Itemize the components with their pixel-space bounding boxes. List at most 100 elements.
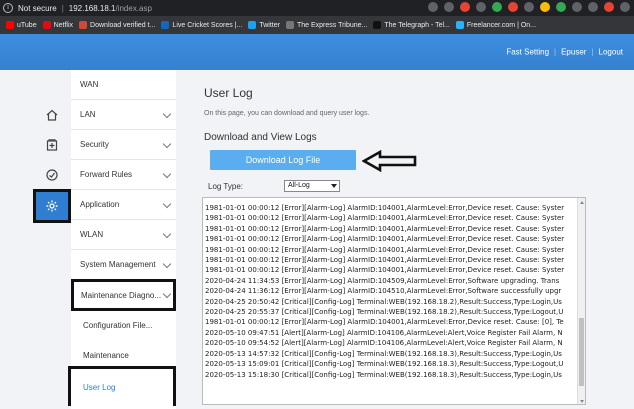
plus-box-nav-button[interactable]: [33, 130, 71, 160]
menu-item-maintenance-diagnosis[interactable]: Maintenance Diagno...: [71, 279, 176, 311]
bookmarks-bar: uTube Netflix Download verified t... Liv…: [0, 16, 634, 34]
chevron-down-icon: [162, 199, 172, 209]
scroll-up-icon[interactable]: [580, 201, 584, 204]
extension-icons: [428, 2, 630, 12]
bookmark[interactable]: uTube: [6, 21, 37, 29]
bookmark[interactable]: Freelancer.com | On...: [455, 21, 536, 29]
chevron-down-icon: [162, 229, 172, 239]
bookmark-icon: [79, 21, 88, 29]
dropdown-caret-icon: [331, 184, 337, 188]
log-line: 1981-01-01 00:00:12 [Error][Alarm-Log] A…: [205, 266, 565, 275]
extension-icon[interactable]: [508, 2, 518, 12]
log-line: 2020-04-24 11:34:53 [Error][Alarm-Log] A…: [205, 276, 560, 285]
plus-box-icon: [46, 139, 58, 151]
user-link[interactable]: Epuser: [556, 48, 591, 57]
menu-item-wan[interactable]: WAN: [71, 70, 176, 100]
menu-item-system-management[interactable]: System Management: [71, 250, 176, 280]
home-icon: [46, 109, 58, 121]
chevron-down-icon: [162, 169, 172, 179]
info-icon[interactable]: i: [3, 3, 13, 13]
scroll-down-icon[interactable]: [580, 400, 584, 403]
bookmark-icon: [6, 21, 14, 29]
bookmark-icon: [161, 21, 170, 29]
page-description: On this page, you can download and query…: [204, 110, 370, 117]
settings-nav-button[interactable]: [33, 189, 71, 223]
url-host[interactable]: 192.168.18.1: [69, 4, 116, 13]
chevron-down-icon: [162, 259, 172, 269]
menu-item-wlan[interactable]: WLAN: [71, 220, 176, 250]
browser-address-bar: i Not secure | 192.168.18.1/index.asp: [0, 0, 634, 16]
menu-item-application[interactable]: Application: [71, 190, 176, 220]
download-log-button[interactable]: Download Log File: [210, 150, 356, 170]
menu-item-forward-rules[interactable]: Forward Rules: [71, 160, 176, 190]
extension-icon[interactable]: [492, 2, 502, 12]
key-icon[interactable]: [428, 2, 438, 12]
log-line: 1981-01-01 00:00:12 [Error][Alarm-Log] A…: [205, 245, 565, 254]
arrow-left-annotation-icon: [362, 150, 417, 172]
logout-link[interactable]: Logout: [594, 48, 628, 57]
log-line: 2020-05-13 14:57:32 [Critical][Config-Lo…: [205, 349, 562, 358]
url-separator: |: [61, 3, 64, 13]
url-path[interactable]: /index.asp: [115, 4, 151, 13]
log-lines: 1981-01-01 00:00:12 [Error][Alarm-Log] A…: [205, 203, 564, 380]
log-line: 1981-01-01 00:00:12 [Error][Alarm-Log] A…: [205, 204, 565, 212]
extension-icon[interactable]: [556, 2, 566, 12]
clock-nav-button[interactable]: [33, 160, 71, 190]
extension-icon[interactable]: [604, 2, 614, 12]
log-line: 2020-04-24 11:36:12 [Error][Alarm-Log] A…: [205, 287, 562, 296]
top-header: Fast Setting | Epuser | Logout: [0, 34, 634, 70]
bookmark[interactable]: Netflix: [42, 21, 73, 29]
gear-icon: [46, 200, 58, 212]
bookmark-icon: [285, 21, 294, 29]
log-line: 1981-01-01 00:00:12 [Error][Alarm-Log] A…: [205, 224, 565, 233]
log-line: 2020-04-25 20:55:37 [Critical][Config-Lo…: [205, 308, 564, 317]
bookmark[interactable]: The Express Tribune...: [285, 21, 367, 29]
extension-icon[interactable]: [476, 2, 486, 12]
extension-icon[interactable]: [588, 2, 598, 12]
log-line: 2020-05-13 15:18:30 [Critical][Config-Lo…: [205, 370, 562, 379]
extension-icon[interactable]: [540, 2, 550, 12]
bookmark-icon: [455, 21, 464, 29]
bookmark[interactable]: Twitter: [248, 21, 280, 29]
extension-icon[interactable]: [572, 2, 582, 12]
log-line: 1981-01-01 00:00:12 [Error][Alarm-Log] A…: [205, 256, 565, 265]
not-secure-label: Not secure: [18, 3, 57, 13]
bookmark[interactable]: The Telegraph - Tel...: [373, 21, 450, 29]
log-line: 2020-04-25 20:50:42 [Critical][Config-Lo…: [205, 297, 562, 306]
log-type-label: Log Type:: [208, 182, 243, 191]
bookmark-icon: [248, 21, 257, 29]
section-title: Download and View Logs: [204, 132, 317, 143]
fast-setting-link[interactable]: Fast Setting: [501, 48, 554, 57]
log-line: 2020-05-10 09:54:52 [Alert][Alarm-Log] A…: [205, 339, 563, 348]
bookmark-icon: [42, 21, 51, 29]
log-line: 1981-01-01 00:00:12 [Error][Alarm-Log] A…: [205, 318, 564, 327]
submenu-configuration-file[interactable]: Configuration File...: [71, 310, 176, 340]
clock-icon: [46, 169, 58, 181]
log-line: 1981-01-01 00:00:12 [Error][Alarm-Log] A…: [205, 235, 565, 244]
log-line: 1981-01-01 00:00:12 [Error][Alarm-Log] A…: [205, 214, 565, 223]
url-bar[interactable]: i Not secure | 192.168.18.1/index.asp: [3, 1, 152, 15]
extension-icon[interactable]: [524, 2, 534, 12]
settings-menu: WAN LAN Security Forward Rules Applicati…: [68, 70, 176, 409]
log-type-select[interactable]: All-Log: [284, 180, 340, 192]
chevron-down-icon: [162, 139, 172, 149]
page-title: User Log: [204, 86, 253, 100]
star-icon[interactable]: [444, 2, 454, 12]
scrollbar-thumb[interactable]: [579, 318, 584, 386]
bookmark-icon: [373, 21, 382, 29]
chevron-down-icon: [162, 109, 172, 119]
log-scrollbar[interactable]: [577, 198, 585, 404]
bookmark[interactable]: Download verified t...: [79, 21, 155, 29]
header-links: Fast Setting | Epuser | Logout: [501, 48, 628, 57]
menu-item-security[interactable]: Security: [71, 130, 176, 160]
log-line: 2020-05-10 09:47:51 [Alert][Alarm-Log] A…: [205, 328, 563, 337]
log-textarea[interactable]: 1981-01-01 00:00:12 [Error][Alarm-Log] A…: [202, 197, 586, 405]
menu-item-lan[interactable]: LAN: [71, 100, 176, 130]
home-nav-button[interactable]: [33, 100, 71, 130]
profile-avatar[interactable]: [620, 2, 630, 12]
extension-icon[interactable]: [460, 2, 470, 12]
bookmark[interactable]: Live Cricket Scores |...: [161, 21, 242, 29]
main-content: User Log On this page, you can download …: [176, 70, 634, 409]
submenu-user-log[interactable]: User Log: [68, 366, 176, 406]
log-line: 2020-05-13 15:09:01 [Critical][Config-Lo…: [205, 360, 564, 369]
